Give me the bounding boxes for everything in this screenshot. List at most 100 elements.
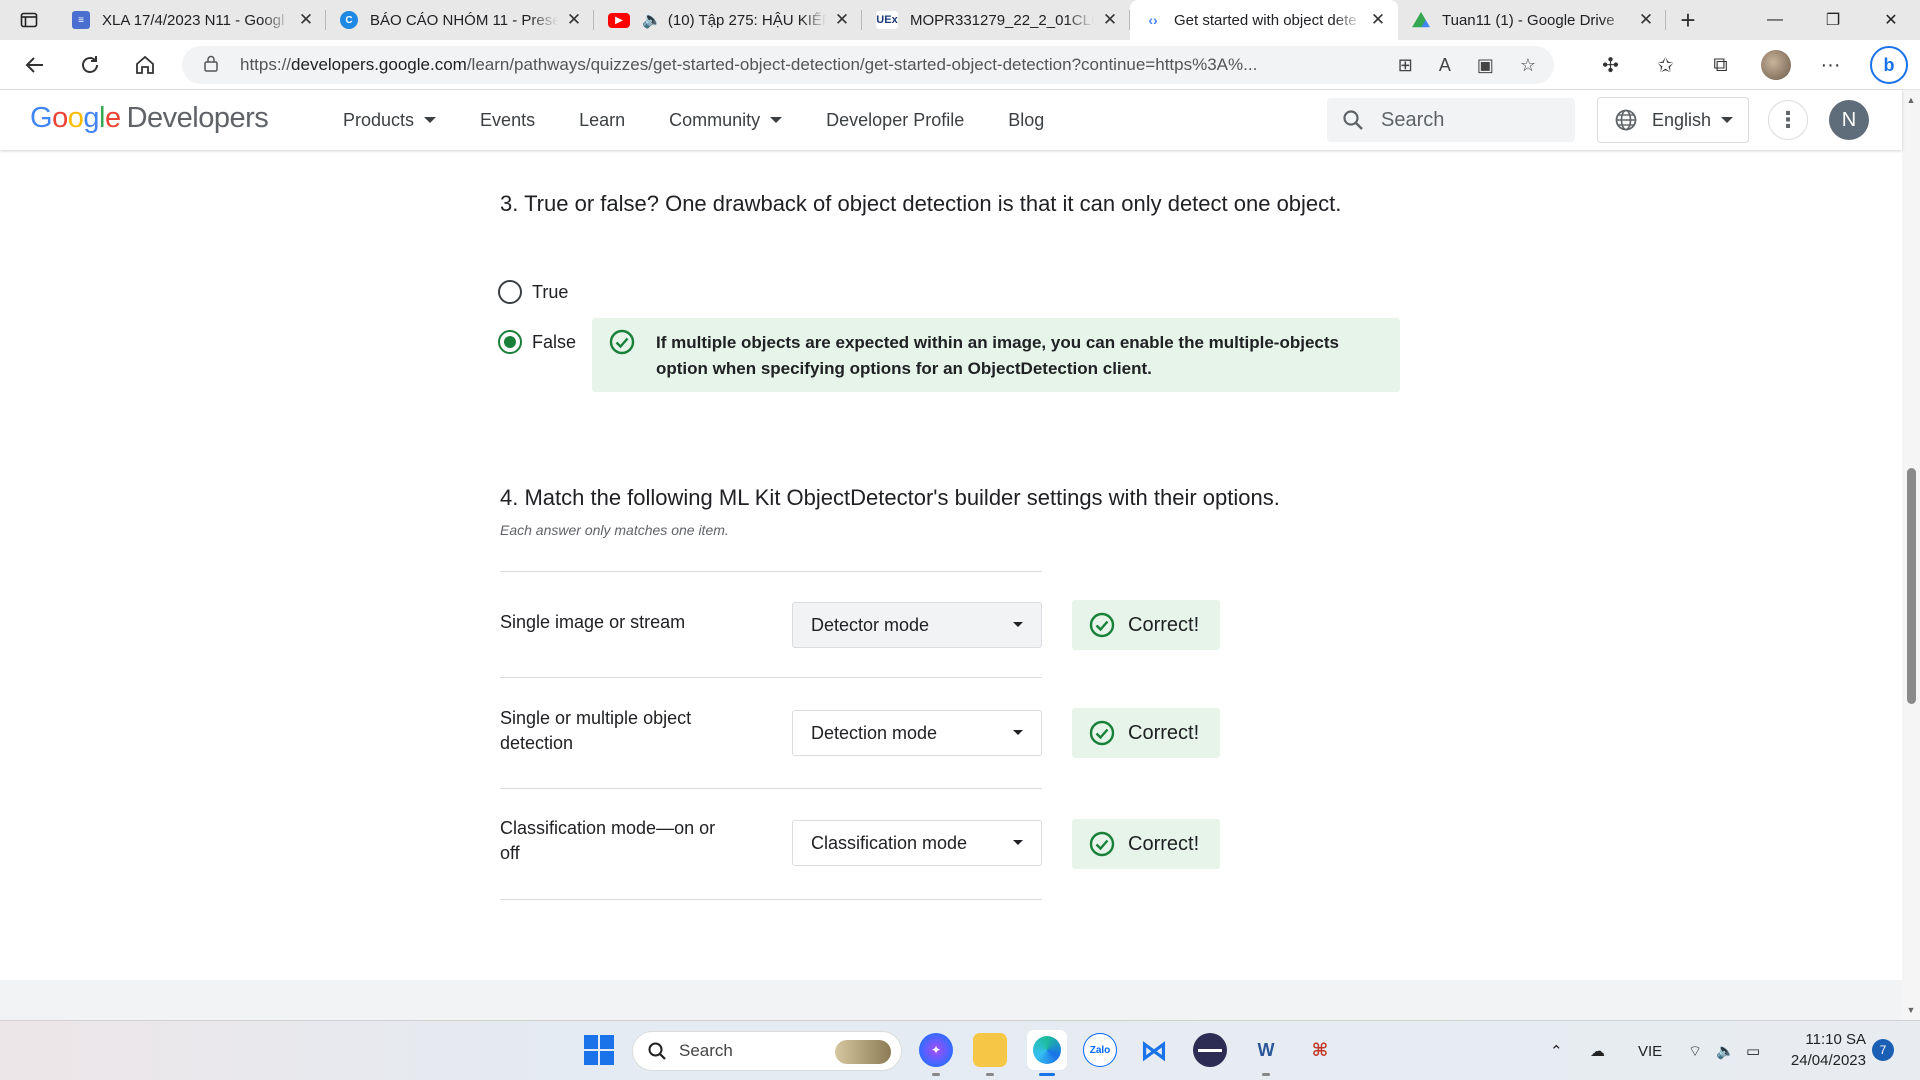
nav-blog[interactable]: Blog (1008, 110, 1044, 131)
zalo-icon[interactable]: Zalo (1083, 1033, 1117, 1067)
taskbar-search-placeholder: Search (679, 1041, 733, 1060)
add-favorite-icon[interactable]: ☆ (1520, 55, 1536, 76)
active-indicator (1039, 1073, 1055, 1076)
minimize-button[interactable]: — (1746, 0, 1804, 40)
profile-button[interactable] (1748, 50, 1803, 80)
radio-button-selected[interactable] (498, 330, 522, 354)
edge-icon[interactable] (1027, 1030, 1067, 1070)
apps-icon[interactable]: ⊞ (1398, 55, 1413, 76)
start-button[interactable] (584, 1035, 614, 1065)
immersive-reader-icon[interactable]: ▣ (1477, 55, 1494, 76)
site-search-input[interactable]: Search (1327, 98, 1575, 142)
show-hidden-icons-button[interactable]: ⌃ (1550, 1021, 1563, 1080)
docs-icon: ≡ (72, 11, 90, 29)
scroll-down-icon[interactable]: ▼ (1902, 1002, 1920, 1018)
lock-icon[interactable] (204, 55, 222, 75)
close-tab-icon[interactable]: ✕ (1100, 10, 1120, 30)
app-icon[interactable]: ⌘ (1303, 1033, 1337, 1067)
tab-title: MOPR331279_22_2_01CLC: (910, 11, 1094, 29)
canva-icon: C (340, 11, 358, 29)
drive-icon (1412, 11, 1430, 28)
scroll-up-icon[interactable]: ▲ (1902, 92, 1920, 108)
language-selector[interactable]: English (1597, 97, 1749, 143)
browser-tab-active[interactable]: ‹› Get started with object dete ✕ (1130, 0, 1398, 40)
option-false[interactable]: False (498, 330, 576, 354)
collections-button[interactable]: ⧉ (1693, 54, 1748, 77)
close-tab-icon[interactable]: ✕ (564, 10, 584, 30)
divider (500, 571, 1042, 572)
nav-events[interactable]: Events (480, 110, 535, 131)
site-header: Google Developers Products Events Learn C… (0, 90, 1902, 150)
refresh-button[interactable] (62, 40, 117, 90)
close-tab-icon[interactable]: ✕ (1368, 10, 1388, 30)
file-explorer-icon[interactable] (973, 1033, 1007, 1067)
taskbar-search[interactable]: Search (632, 1031, 902, 1071)
option-true[interactable]: True (498, 280, 568, 304)
chevron-down-icon (770, 117, 783, 123)
language-label: English (1652, 109, 1712, 130)
nav-developer-profile[interactable]: Developer Profile (826, 110, 964, 131)
scrollbar-thumb[interactable] (1907, 468, 1916, 704)
word-icon[interactable]: W (1249, 1033, 1283, 1067)
browser-toolbar: https://developers.google.com/learn/path… (0, 40, 1920, 90)
bing-chat-button[interactable]: b (1858, 46, 1920, 84)
vertical-scrollbar[interactable]: ▲ ▼ (1902, 90, 1920, 1020)
back-arrow-icon (25, 56, 43, 73)
vscode-icon[interactable]: ⋈ (1137, 1033, 1171, 1067)
messenger-icon[interactable]: ✦ (919, 1033, 953, 1067)
browser-tab[interactable]: Tuan11 (1) - Google Drive ✕ (1398, 0, 1666, 40)
nav-learn[interactable]: Learn (579, 110, 625, 131)
back-button[interactable] (7, 40, 62, 90)
wifi-icon[interactable]: ⌔ (1688, 1021, 1702, 1080)
profile-picture (1760, 50, 1791, 80)
nav-community[interactable]: Community (669, 110, 783, 131)
question-3-title: 3. True or false? One drawback of object… (500, 191, 1342, 216)
notification-badge[interactable]: 7 (1872, 1039, 1894, 1061)
url-text[interactable]: https://developers.google.com/learn/path… (240, 55, 1390, 75)
restore-button[interactable]: ❐ (1804, 0, 1862, 40)
more-vert-button[interactable]: ⋮ (1768, 100, 1808, 140)
close-tab-icon[interactable]: ✕ (832, 10, 852, 30)
windows-taskbar: Search ✦ Zalo ⋈ W ⌘ ⌃ ☁ VIE ⌔ 🔈 ▭ 11:10 … (0, 1020, 1920, 1080)
browser-tab[interactable]: UEx MOPR331279_22_2_01CLC: ✕ (862, 0, 1130, 40)
address-bar[interactable]: https://developers.google.com/learn/path… (182, 46, 1554, 84)
browser-tab[interactable]: ≡ XLA 17/4/2023 N11 - Googl ✕ (58, 0, 326, 40)
onedrive-icon[interactable]: ☁ (1590, 1021, 1605, 1080)
home-button[interactable] (117, 40, 172, 90)
input-language-indicator[interactable]: VIE (1638, 1021, 1662, 1080)
clock-date: 24/04/2023 (1790, 1052, 1866, 1069)
match-dropdown[interactable]: Detector mode (792, 602, 1042, 648)
battery-icon[interactable]: ▭ (1746, 1021, 1760, 1080)
close-window-button[interactable]: ✕ (1862, 0, 1920, 40)
volume-icon[interactable]: 🔈 (1716, 1021, 1735, 1080)
tab-actions-button[interactable] (0, 0, 58, 40)
result-text: Correct! (1128, 721, 1200, 744)
tab-actions-icon (20, 12, 38, 28)
divider (500, 788, 1042, 789)
read-aloud-icon[interactable]: A (1439, 55, 1451, 76)
search-icon (648, 1042, 666, 1060)
match-dropdown[interactable]: Classification mode (792, 820, 1042, 866)
utex-icon: UEx (876, 11, 898, 29)
dropdown-value: Classification mode (811, 832, 968, 853)
match-dropdown[interactable]: Detection mode (792, 710, 1042, 756)
match-item-label: Classification mode—on or off (500, 818, 716, 863)
radio-button[interactable] (498, 280, 522, 304)
browser-tab-bar: ≡ XLA 17/4/2023 N11 - Googl ✕ C BÁO CÁO … (0, 0, 1920, 40)
browser-tab[interactable]: C BÁO CÁO NHÓM 11 - Prese ✕ (326, 0, 594, 40)
extensions-button[interactable]: ✣ (1583, 53, 1638, 78)
clock[interactable]: 11:10 SA 24/04/2023 (1782, 1029, 1866, 1071)
speaker-icon[interactable]: 🔈 (642, 10, 662, 30)
favorites-button[interactable]: ✩ (1638, 53, 1693, 78)
nav-products[interactable]: Products (343, 110, 437, 131)
settings-menu-button[interactable]: ··· (1803, 54, 1858, 77)
close-tab-icon[interactable]: ✕ (296, 10, 316, 30)
eclipse-icon[interactable] (1193, 1033, 1227, 1067)
refresh-icon (81, 55, 98, 73)
new-tab-button[interactable]: + (1666, 5, 1710, 36)
question-4-subtitle: Each answer only matches one item. (500, 522, 729, 538)
user-avatar[interactable]: N (1829, 100, 1869, 140)
google-developers-logo[interactable]: Google Developers (30, 102, 269, 135)
browser-tab[interactable]: ▶ 🔈 (10) Tập 275: HẬU KIẾP ✕ (594, 0, 862, 40)
close-tab-icon[interactable]: ✕ (1636, 10, 1656, 30)
